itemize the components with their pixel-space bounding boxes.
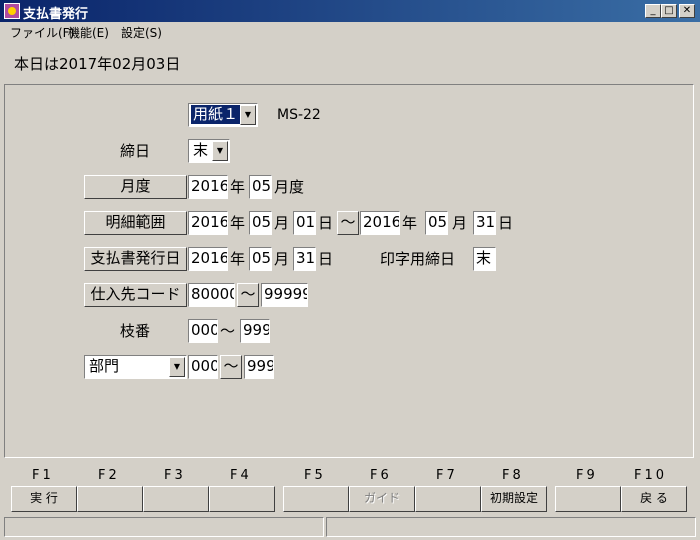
menu-settings[interactable]: 設定(S) [121, 24, 162, 41]
month-month-input[interactable]: 05 [249, 175, 272, 199]
menu-file[interactable]: ファイル(F) [10, 24, 74, 41]
year-unit: 年 [230, 214, 246, 232]
issue-day-input[interactable]: 31 [293, 247, 316, 271]
print-closing-label: 印字用締日 [380, 250, 456, 268]
paper-select[interactable]: 用紙１ ▼ [188, 103, 258, 127]
title-bar: 支払書発行 _ □ ✕ [0, 0, 700, 22]
minimize-button[interactable]: _ [645, 4, 661, 18]
detail-to-month-input[interactable]: 05 [425, 211, 448, 235]
range-tilde: ～ [220, 355, 242, 379]
month-unit: 月 [274, 250, 290, 268]
f9-button[interactable] [555, 486, 621, 512]
menu-bar: ファイル(F) 機能(E) 設定(S) [0, 22, 700, 40]
department-select-value: 部門 [89, 357, 120, 375]
closing-select[interactable]: 末 ▼ [188, 139, 230, 163]
detail-range-label: 明細範囲 [84, 211, 187, 235]
menu-function[interactable]: 機能(E) [68, 24, 109, 41]
dropdown-arrow-icon[interactable]: ▼ [240, 105, 256, 125]
f3-button[interactable] [143, 486, 209, 512]
fkey-label-f6: F6 [370, 468, 392, 483]
issue-year-input[interactable]: 2016 [188, 247, 228, 271]
year-unit: 年 [230, 178, 246, 196]
range-tilde: ～ [237, 283, 259, 307]
fkey-label-f2: F2 [98, 468, 120, 483]
dropdown-arrow-icon[interactable]: ▼ [212, 141, 228, 161]
fkey-label-f8: F8 [502, 468, 524, 483]
dropdown-arrow-icon[interactable]: ▼ [169, 357, 185, 377]
f1-execute-button[interactable]: 実 行 [11, 486, 77, 512]
closing-label: 締日 [120, 142, 151, 160]
supplier-code-label: 仕入先コード [84, 283, 187, 307]
month-label: 月度 [84, 175, 187, 199]
issue-date-label: 支払書発行日 [84, 247, 187, 271]
fkey-label-f7: F7 [436, 468, 458, 483]
year-unit: 年 [402, 214, 418, 232]
f2-button[interactable] [77, 486, 143, 512]
detail-from-day-input[interactable]: 01 [293, 211, 316, 235]
paper-model: MS-22 [277, 107, 321, 123]
day-unit: 日 [318, 214, 334, 232]
day-unit: 日 [318, 250, 334, 268]
f8-initial-settings-button[interactable]: 初期設定 [481, 486, 547, 512]
department-select[interactable]: 部門 ▼ [84, 355, 187, 379]
fkey-label-f10: F10 [634, 468, 668, 483]
close-button[interactable]: ✕ [679, 4, 695, 18]
supplier-from-input[interactable]: 80000 [188, 283, 235, 307]
status-pane-left [4, 517, 324, 537]
month-year-input[interactable]: 2016 [188, 175, 228, 199]
issue-month-input[interactable]: 05 [249, 247, 272, 271]
status-pane-right [326, 517, 696, 537]
maximize-button[interactable]: □ [661, 4, 677, 18]
range-tilde: ～ [220, 322, 236, 340]
range-tilde: ～ [337, 211, 359, 235]
closing-select-value: 末 [193, 141, 209, 159]
fkey-label-f1: F1 [32, 468, 54, 483]
month-unit: 月度 [274, 178, 305, 196]
year-unit: 年 [230, 250, 246, 268]
today-date: 本日は2017年02月03日 [14, 55, 181, 73]
print-closing-input[interactable]: 末 [473, 247, 496, 271]
supplier-to-input[interactable]: 99999 [261, 283, 308, 307]
f10-back-button[interactable]: 戻 る [621, 486, 687, 512]
fkey-label-f5: F5 [304, 468, 326, 483]
fkey-label-f9: F9 [576, 468, 598, 483]
detail-to-day-input[interactable]: 31 [473, 211, 496, 235]
paper-select-value: 用紙１ [189, 104, 242, 125]
detail-to-year-input[interactable]: 2016 [360, 211, 400, 235]
branch-from-input[interactable]: 000 [188, 319, 218, 343]
f4-button[interactable] [209, 486, 275, 512]
detail-from-year-input[interactable]: 2016 [188, 211, 228, 235]
f5-button[interactable] [283, 486, 349, 512]
dept-from-input[interactable]: 000 [188, 355, 218, 379]
day-unit: 日 [498, 214, 514, 232]
detail-from-month-input[interactable]: 05 [249, 211, 272, 235]
month-unit: 月 [452, 214, 468, 232]
f7-button[interactable] [415, 486, 481, 512]
branch-to-input[interactable]: 999 [240, 319, 270, 343]
branch-label: 枝番 [120, 322, 151, 340]
dept-to-input[interactable]: 999 [244, 355, 274, 379]
month-unit: 月 [274, 214, 290, 232]
f6-guide-button[interactable]: ガイド [349, 486, 415, 512]
fkey-label-f3: F3 [164, 468, 186, 483]
form-panel [4, 84, 694, 458]
fkey-label-f4: F4 [230, 468, 252, 483]
window-title: 支払書発行 [23, 7, 89, 22]
app-icon [4, 3, 20, 19]
